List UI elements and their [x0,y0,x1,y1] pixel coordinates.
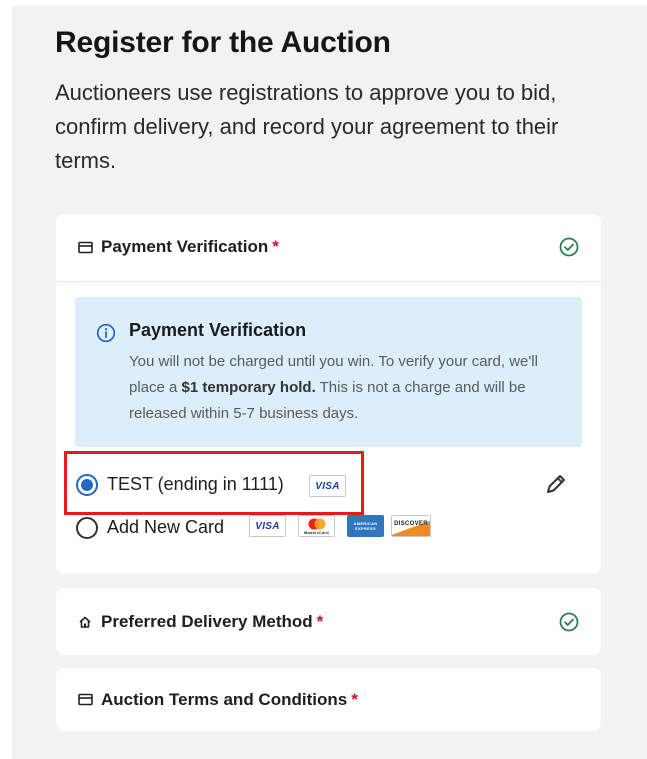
section-divider [56,281,601,282]
discover-logo: DISCOVER [391,515,431,537]
selected-card-highlight [64,451,364,515]
mastercard-logo: MasterCard [298,515,335,537]
amex-logo: AMERICAN EXPRESS [347,515,384,537]
delivery-section-header[interactable]: Preferred Delivery Method * [56,588,601,655]
check-circle-icon [558,611,580,633]
required-asterisk: * [351,689,358,709]
payment-section-header[interactable]: Payment Verification * [56,214,601,280]
required-asterisk: * [316,611,324,631]
info-text: You will not be charged until you win. T… [129,349,569,427]
delivery-section-title: Preferred Delivery Method [101,611,313,631]
house-icon [78,615,96,629]
page-intro: Auctioneers use registrations to approve… [55,80,559,173]
payment-section-title: Payment Verification [101,237,269,256]
payment-info-box: Payment Verification You will not be cha… [75,297,582,447]
page-title: Register for the Auction [55,26,391,59]
visa-logo-text: VISA [255,520,280,532]
amex-logo-text: AMERICAN EXPRESS [353,521,378,531]
add-new-card-radio[interactable] [76,517,98,539]
terms-section-header[interactable]: Auction Terms and Conditions * [56,668,601,731]
info-text-bold: $1 temporary hold. [181,379,316,396]
info-icon [96,323,116,343]
add-new-card-label[interactable]: Add New Card [107,517,224,538]
required-asterisk: * [272,237,279,256]
edit-pencil-icon[interactable] [543,471,569,497]
credit-card-icon [78,693,96,706]
delivery-method-section: Preferred Delivery Method * [56,588,601,655]
check-circle-icon [558,236,580,258]
mastercard-logo-text: MasterCard [303,529,329,535]
visa-logo: VISA [249,515,286,537]
terms-section-title: Auction Terms and Conditions [101,689,348,709]
credit-card-icon [78,241,96,254]
terms-conditions-section: Auction Terms and Conditions * [56,668,601,731]
discover-logo-text: DISCOVER [394,521,428,527]
info-title: Payment Verification [129,320,307,340]
